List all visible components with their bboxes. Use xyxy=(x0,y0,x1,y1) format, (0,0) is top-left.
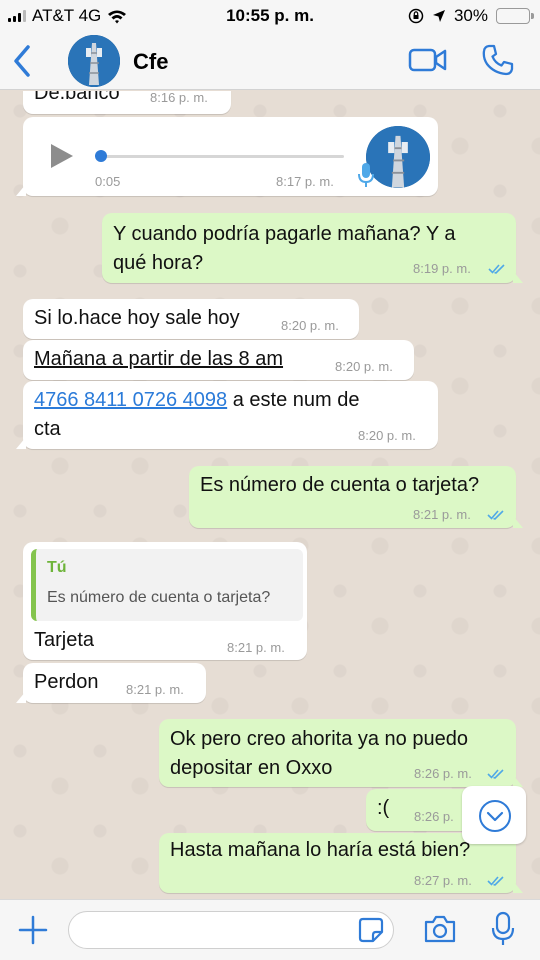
battery-icon xyxy=(496,8,534,24)
message-time: 8:19 p. m. xyxy=(413,261,471,276)
message-time: 8:20 p. m. xyxy=(281,318,339,333)
phone-icon[interactable] xyxy=(480,42,516,78)
message-time: 8:26 p. m. xyxy=(414,766,472,781)
message-incoming[interactable]: Si lo.hace hoy sale hoy 8:20 p. m. xyxy=(23,299,359,339)
chat-area[interactable]: De.banco 8:16 p. m. 0:05 8:17 p. m. Y cu… xyxy=(0,91,540,899)
quoted-message[interactable]: Tú Es número de cuenta o tarjeta? xyxy=(31,549,303,621)
message-time: 8:21 p. m. xyxy=(126,682,184,697)
reply-message[interactable]: Tú Es número de cuenta o tarjeta? Tarjet… xyxy=(23,542,307,660)
message-time: 8:26 p. xyxy=(414,809,454,824)
battery-percent: 30% xyxy=(453,6,488,25)
video-call-icon[interactable] xyxy=(408,44,448,76)
avatar[interactable] xyxy=(68,35,120,87)
message-time: 8:20 p. m. xyxy=(335,359,393,374)
plus-icon[interactable] xyxy=(18,915,48,945)
message-text: Tarjeta xyxy=(34,629,95,651)
message-time: 8:20 p. m. xyxy=(358,428,416,443)
back-chevron-icon[interactable] xyxy=(8,42,36,80)
message-text: Perdon xyxy=(34,671,99,693)
composer-bar xyxy=(0,899,540,960)
read-checkmarks-icon xyxy=(487,510,504,520)
antenna-tower-icon xyxy=(68,35,120,87)
read-checkmarks-icon xyxy=(487,769,504,779)
voice-message[interactable]: 0:05 8:17 p. m. xyxy=(16,117,438,196)
play-icon[interactable] xyxy=(49,143,75,169)
microphone-icon[interactable] xyxy=(490,911,516,947)
message-time: 8:16 p. m. xyxy=(150,91,208,105)
message-text: Mañana a partir de las 8 am xyxy=(34,348,284,370)
message-incoming[interactable]: De.banco 8:16 p. m. xyxy=(23,91,231,114)
message-time: 8:27 p. m. xyxy=(414,873,472,888)
message-incoming[interactable]: 4766 8411 0726 4098 a este num de cta 8:… xyxy=(16,381,438,449)
message-text: De.banco xyxy=(34,91,120,104)
scroll-to-bottom-button[interactable] xyxy=(462,786,526,844)
message-text: 4766 8411 0726 4098 a este num de cta xyxy=(34,386,359,444)
camera-icon[interactable] xyxy=(423,914,457,944)
voice-avatar xyxy=(366,126,430,188)
message-text: Si lo.hace hoy sale hoy xyxy=(34,307,240,329)
contact-name[interactable]: Cfe xyxy=(133,49,168,75)
message-time: 8:17 p. m. xyxy=(276,174,334,189)
message-outgoing[interactable]: Hasta mañana lo haría está bien? 8:27 p.… xyxy=(159,833,523,893)
message-outgoing[interactable]: Y cuando podría pagarle mañana? Y a qué … xyxy=(102,213,523,283)
quote-text: Es número de cuenta o tarjeta? xyxy=(47,589,271,606)
playback-scrubber[interactable] xyxy=(95,150,107,162)
read-checkmarks-icon xyxy=(487,876,504,886)
microphone-icon xyxy=(358,163,374,187)
voice-duration: 0:05 xyxy=(95,174,121,189)
sticker-icon[interactable] xyxy=(358,917,384,943)
message-incoming[interactable]: Mañana a partir de las 8 am 8:20 p. m. xyxy=(23,340,414,380)
message-outgoing[interactable]: Es número de cuenta o tarjeta? 8:21 p. m… xyxy=(189,466,523,528)
message-text: Y cuando podría pagarle mañana? Y a qué … xyxy=(113,223,456,274)
location-icon xyxy=(432,10,445,22)
message-text: :( xyxy=(377,797,390,819)
orientation-lock-icon xyxy=(408,8,424,24)
message-time: 8:21 p. m. xyxy=(413,507,471,522)
message-incoming[interactable]: Perdon 8:21 p. m. xyxy=(16,663,206,703)
account-number-link[interactable]: 4766 8411 0726 4098 xyxy=(34,389,227,411)
chevron-down-circle-icon xyxy=(479,800,511,832)
message-input[interactable] xyxy=(68,911,394,949)
status-bar: AT&T 4G 10:55 p. m. 30% xyxy=(0,0,540,32)
chat-header: Cfe xyxy=(0,32,540,90)
status-right: 30% xyxy=(408,6,534,26)
antenna-tower-icon xyxy=(366,126,430,188)
message-text: Es número de cuenta o tarjeta? xyxy=(200,474,480,496)
read-checkmarks-icon xyxy=(488,264,505,274)
message-time: 8:21 p. m. xyxy=(227,640,285,655)
playback-progress-track[interactable] xyxy=(99,155,344,158)
message-text: Hasta mañana lo haría está bien? xyxy=(170,839,471,861)
message-outgoing[interactable]: Ok pero creo ahorita ya no puedo deposit… xyxy=(159,719,523,787)
quote-author: Tú xyxy=(47,559,67,576)
